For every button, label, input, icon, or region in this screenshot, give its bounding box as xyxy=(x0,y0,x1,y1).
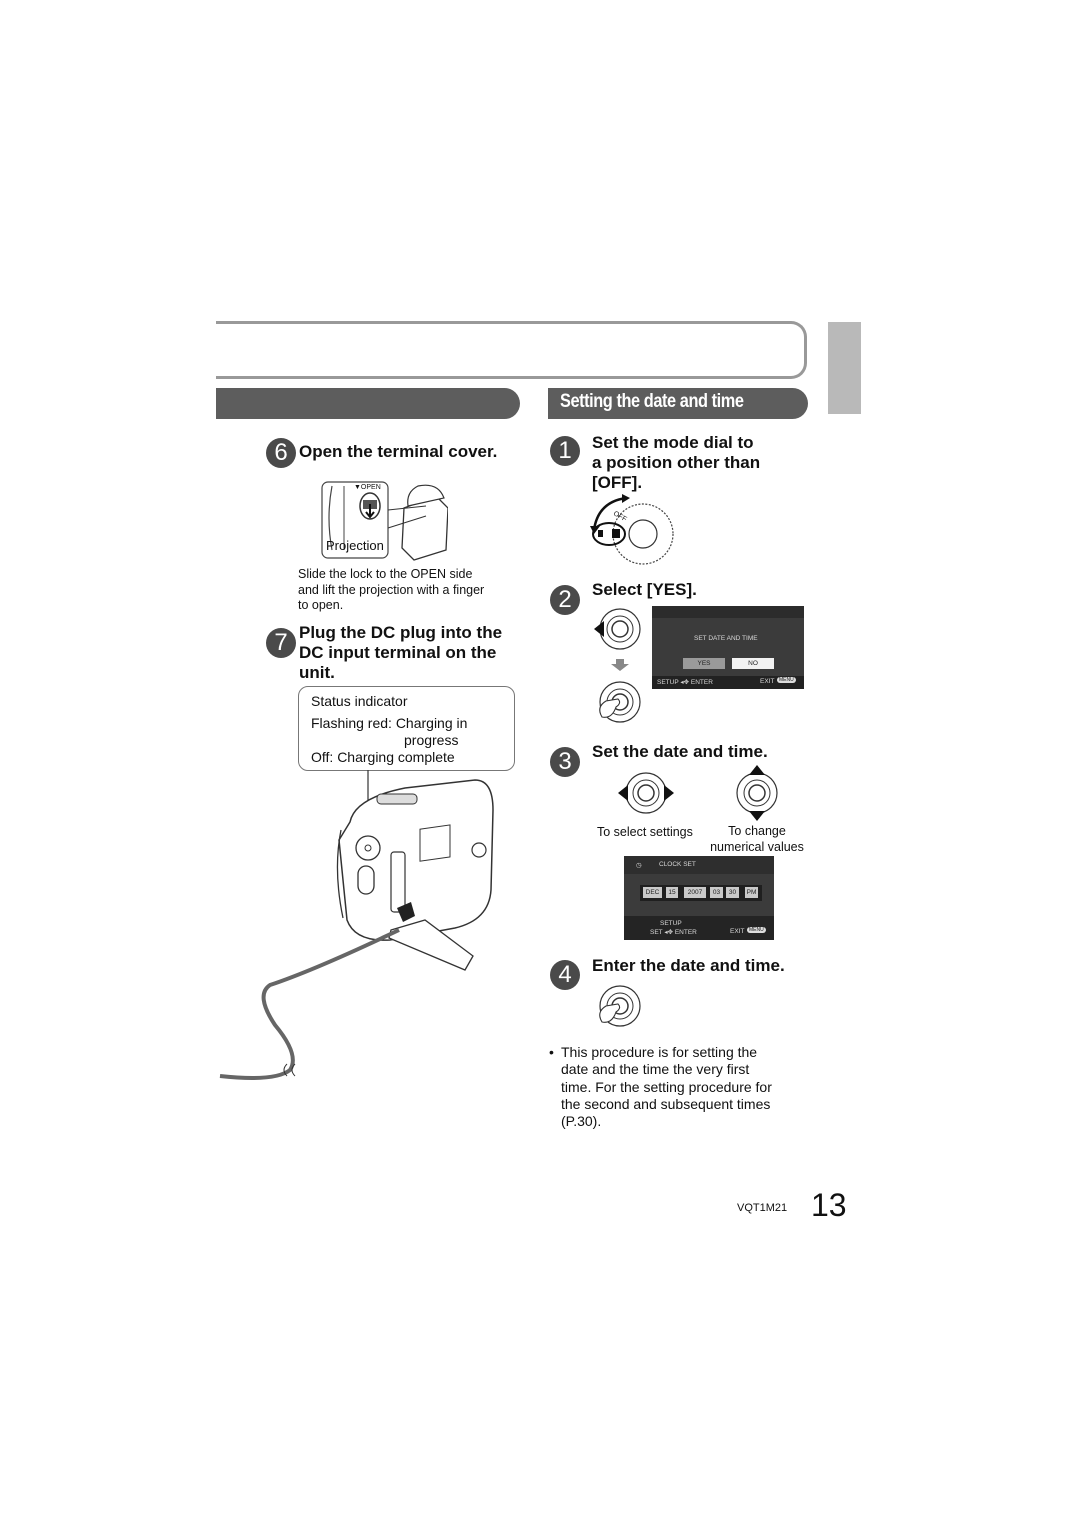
step-4-number: 4 xyxy=(550,960,580,990)
lcd-footer-setup: SETUP xyxy=(660,920,682,927)
step-1-number: 1 xyxy=(550,436,580,466)
menu-badge: MENU xyxy=(747,927,766,933)
step-7-title: Plug the DC plug into the DC input termi… xyxy=(299,623,503,682)
step-1-title: Set the mode dial to a position other th… xyxy=(592,433,761,492)
step-2-number: 2 xyxy=(550,585,580,615)
down-arrow-icon xyxy=(611,659,629,671)
step-6-number: 6 xyxy=(266,438,296,468)
step-6-title: Open the terminal cover. xyxy=(299,442,498,461)
status-line-off: Off: Charging complete xyxy=(311,749,455,765)
step-4-title: Enter the date and time. xyxy=(592,956,785,975)
left-arrow-icon xyxy=(618,785,628,801)
document-code: VQT1M21 xyxy=(737,1202,788,1214)
video-mode-icon xyxy=(612,529,620,538)
minute-field[interactable]: 30 xyxy=(726,887,739,898)
label-select-settings: To select settings xyxy=(597,825,693,839)
day-field[interactable]: 15 xyxy=(666,887,678,898)
status-indicator-box: Status indicator Flashing red: Charging … xyxy=(298,686,515,771)
note-text: This procedure is for setting the date a… xyxy=(561,1044,772,1130)
label-change-values: To change numerical values xyxy=(710,824,804,854)
chapter-side-tab xyxy=(828,322,861,414)
no-option[interactable]: NO xyxy=(732,658,774,669)
left-arrow-icon xyxy=(594,621,604,637)
step-3-number: 3 xyxy=(550,747,580,777)
step-3-title: Set the date and time. xyxy=(592,742,768,761)
lcd-set-date-and-time: SET DATE AND TIME YES NO SETUP ◂✥ ENTER … xyxy=(652,606,804,689)
status-line-flashing: Flashing red: Charging in xyxy=(311,715,468,731)
camera-dc-plug-illustration xyxy=(219,770,494,1080)
year-field[interactable]: 2007 xyxy=(684,887,706,898)
lcd-footer-exit: EXIT xyxy=(730,928,745,935)
up-arrow-icon xyxy=(749,765,765,775)
dc-cable xyxy=(219,928,400,1080)
terminal-cover xyxy=(388,919,474,971)
status-heading: Status indicator xyxy=(311,693,408,709)
dpad-enter-illustration xyxy=(599,985,641,1027)
terminal-panel xyxy=(390,851,406,913)
menu-badge: MENU xyxy=(777,677,796,683)
record-button xyxy=(357,865,375,895)
ampm-field[interactable]: PM xyxy=(745,887,758,898)
section-title: Setting the date and time xyxy=(560,391,744,412)
month-field[interactable]: DEC xyxy=(643,887,662,898)
section-title-bar: Setting the date and time xyxy=(548,388,808,419)
left-section-bar xyxy=(216,388,520,419)
right-arrow-icon xyxy=(664,785,674,801)
lcd-footer-left: SETUP ◂✥ ENTER xyxy=(657,679,713,686)
dpad-select-yes-illustration xyxy=(594,608,641,723)
status-line-flashing-cont: progress xyxy=(404,732,459,748)
hour-field[interactable]: 03 xyxy=(710,887,723,898)
page-number: 13 xyxy=(811,1187,847,1223)
lcd-footer-exit: EXIT xyxy=(760,678,775,685)
projection-label: Projection xyxy=(326,538,384,553)
step-7-number: 7 xyxy=(266,628,296,658)
lcd-clock-set: ◷ CLOCK SET DEC 15 2007 03 30 PM SETUP S… xyxy=(624,856,774,940)
open-label: ▼OPEN xyxy=(354,484,381,491)
step-2-title: Select [YES]. xyxy=(592,580,697,599)
lcd-heading: SET DATE AND TIME xyxy=(694,635,758,642)
clock-icon: ◷ xyxy=(636,862,642,869)
page-title-frame xyxy=(216,321,807,379)
camera-body xyxy=(338,779,494,941)
lcd-clock-heading: CLOCK SET xyxy=(659,861,696,868)
lcd-footer-left: SET ◂✥ ENTER xyxy=(650,929,697,936)
down-arrow-icon xyxy=(749,811,765,821)
mode-dial-illustration: OFF xyxy=(590,494,674,565)
step-6-caption: Slide the lock to the OPEN side and lift… xyxy=(298,567,485,612)
dpad-directions-illustration xyxy=(618,765,778,821)
note-bullet: • xyxy=(549,1044,554,1060)
yes-option[interactable]: YES xyxy=(683,658,725,669)
